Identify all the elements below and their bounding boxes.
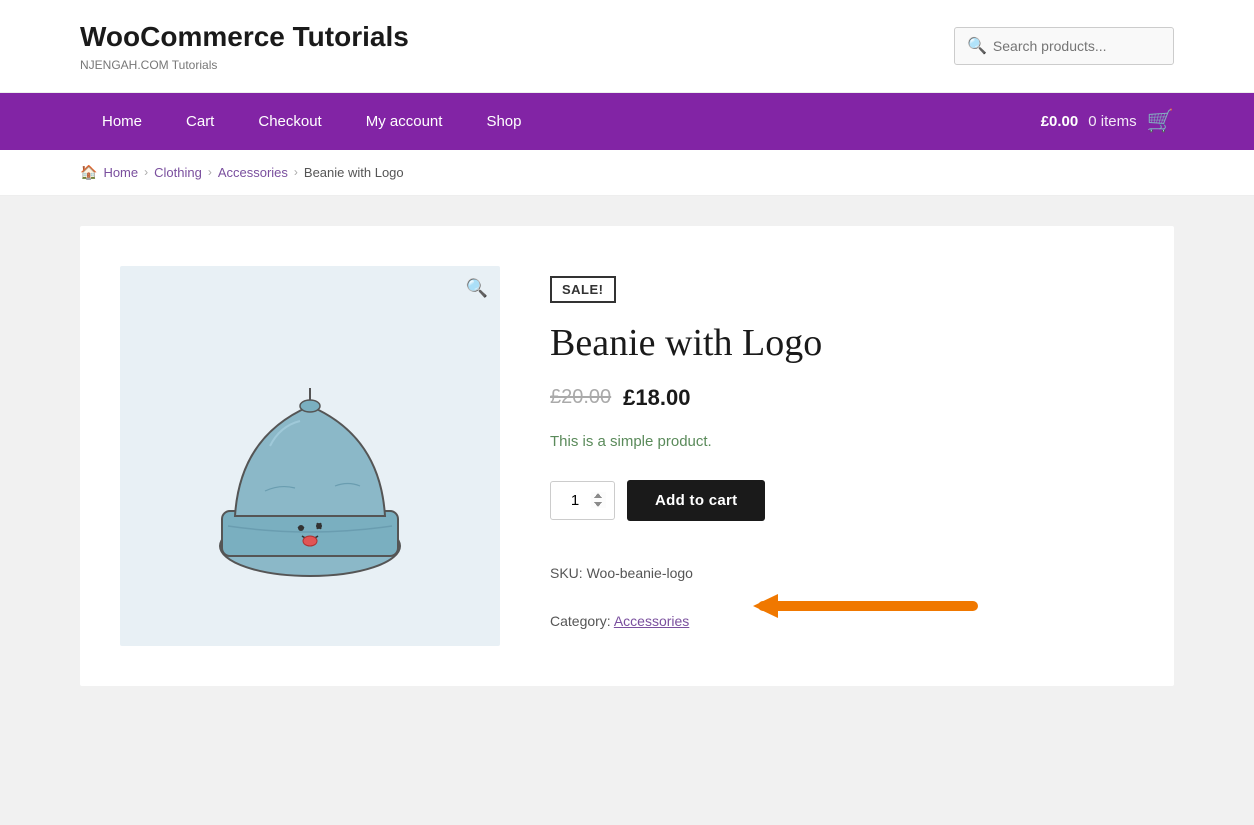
breadcrumb-accessories[interactable]: Accessories [218, 165, 288, 180]
nav-item-cart[interactable]: Cart [164, 93, 236, 150]
price-new: £18.00 [623, 385, 690, 411]
search-box[interactable]: 🔍 [954, 27, 1174, 65]
breadcrumb-sep-3: › [294, 165, 298, 179]
nav-link-shop[interactable]: Shop [464, 93, 543, 150]
product-title: Beanie with Logo [550, 321, 1134, 365]
breadcrumb: 🏠 Home › Clothing › Accessories › Beanie… [80, 164, 1174, 181]
product-description: This is a simple product. [550, 433, 1134, 450]
breadcrumb-current: Beanie with Logo [304, 165, 404, 180]
product-image-wrap: 🔍 [120, 266, 500, 646]
nav-link-home[interactable]: Home [80, 93, 164, 150]
site-branding: WooCommerce Tutorials NJENGAH.COM Tutori… [80, 20, 409, 72]
category-line: Category: Accessories [550, 586, 1134, 634]
product-image [180, 316, 440, 596]
category-label: Category: [550, 613, 611, 629]
search-input[interactable] [993, 38, 1161, 54]
nav-item-myaccount[interactable]: My account [344, 93, 465, 150]
cart-area: £0.00 0 items 🛒 [1041, 108, 1174, 134]
nav-links: Home Cart Checkout My account Shop [80, 93, 543, 150]
price-wrap: £20.00 £18.00 [550, 385, 1134, 411]
breadcrumb-wrap: 🏠 Home › Clothing › Accessories › Beanie… [0, 150, 1254, 196]
sku-value: Woo-beanie-logo [587, 565, 693, 581]
main-nav: Home Cart Checkout My account Shop £0.00… [0, 93, 1254, 150]
arrow-annotation [703, 586, 983, 634]
add-to-cart-row: Add to cart [550, 480, 1134, 521]
nav-item-home[interactable]: Home [80, 93, 164, 150]
quantity-input[interactable] [550, 481, 615, 520]
price-old: £20.00 [550, 386, 611, 409]
sku-label: SKU: [550, 565, 583, 581]
zoom-icon[interactable]: 🔍 [466, 278, 488, 299]
nav-link-myaccount[interactable]: My account [344, 93, 465, 150]
orange-arrow-svg [703, 586, 983, 626]
cart-total: £0.00 [1041, 113, 1079, 130]
search-icon: 🔍 [967, 36, 987, 56]
nav-link-cart[interactable]: Cart [164, 93, 236, 150]
breadcrumb-sep-1: › [144, 165, 148, 179]
cart-basket-icon[interactable]: 🛒 [1147, 108, 1174, 134]
product-details: SALE! Beanie with Logo £20.00 £18.00 Thi… [550, 266, 1134, 634]
breadcrumb-sep-2: › [208, 165, 212, 179]
site-subtitle: NJENGAH.COM Tutorials [80, 58, 409, 72]
breadcrumb-clothing[interactable]: Clothing [154, 165, 202, 180]
product-card: 🔍 [80, 226, 1174, 686]
cart-count: 0 items [1088, 113, 1136, 130]
breadcrumb-home[interactable]: Home [103, 165, 138, 180]
nav-item-shop[interactable]: Shop [464, 93, 543, 150]
main-content: 🔍 [0, 196, 1254, 746]
site-header: WooCommerce Tutorials NJENGAH.COM Tutori… [0, 0, 1254, 93]
nav-link-checkout[interactable]: Checkout [236, 93, 343, 150]
sku-line: SKU: Woo-beanie-logo [550, 561, 1134, 586]
sale-badge: SALE! [550, 276, 616, 303]
site-title: WooCommerce Tutorials [80, 20, 409, 54]
product-meta: SKU: Woo-beanie-logo Category: Accessori… [550, 561, 1134, 634]
home-icon: 🏠 [80, 164, 97, 181]
nav-item-checkout[interactable]: Checkout [236, 93, 343, 150]
add-to-cart-button[interactable]: Add to cart [627, 480, 765, 521]
category-link[interactable]: Accessories [614, 613, 689, 629]
